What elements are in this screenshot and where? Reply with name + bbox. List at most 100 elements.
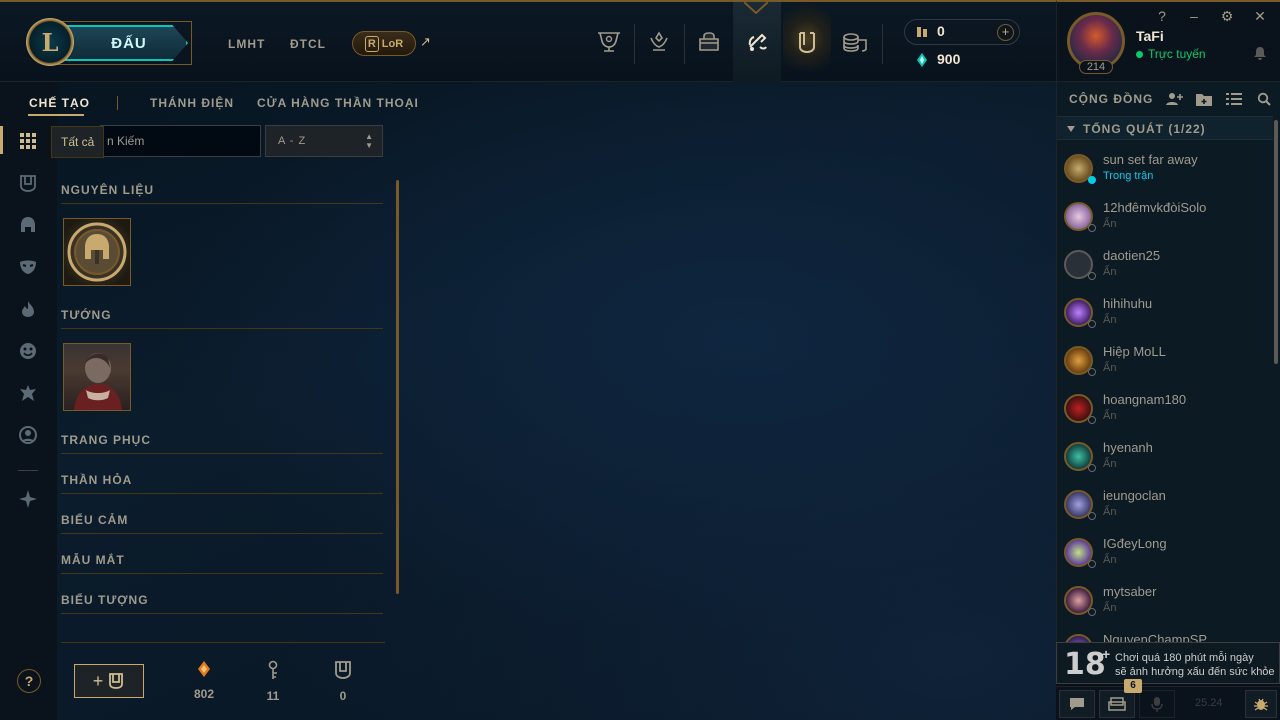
buy-rp-button[interactable]: + xyxy=(997,24,1014,41)
friend-item[interactable]: IGđeyLong Ẩn xyxy=(1057,532,1273,580)
category-emotes[interactable]: BIỂU CẢM xyxy=(61,513,383,534)
status-text[interactable]: Trực tuyến xyxy=(1148,47,1206,61)
friend-status-text: Ẩn xyxy=(1103,266,1117,278)
friend-name: 12hđêmvkđòiSolo xyxy=(1103,200,1207,215)
lor-label: LoR xyxy=(381,37,404,50)
friend-item[interactable]: hihihuhu Ẩn xyxy=(1057,292,1273,340)
filter-tooltip: Tất cả xyxy=(51,126,105,158)
tft-icon[interactable] xyxy=(16,487,40,511)
eternal-flame-icon[interactable] xyxy=(16,297,40,321)
notification-badge: 6 xyxy=(1124,679,1142,693)
trophy-icon[interactable] xyxy=(585,2,633,82)
friend-item[interactable]: 12hđêmvkđòiSolo Ẩn xyxy=(1057,196,1273,244)
friend-status-text: Trong trận xyxy=(1103,170,1154,182)
friend-group-header[interactable]: TỔNG QUÁT (1/22) xyxy=(1057,116,1273,140)
play-button[interactable]: ĐẤU xyxy=(58,25,188,61)
rp-value: 0 xyxy=(937,23,945,39)
missions-icon[interactable] xyxy=(1099,690,1135,718)
online-status-dot xyxy=(1136,51,1143,58)
category-ward-skins[interactable]: MẪU MẮT xyxy=(61,553,383,574)
grid-all-icon[interactable] xyxy=(16,129,40,153)
key-fragment-icon xyxy=(268,660,278,679)
chat-icon[interactable] xyxy=(1059,690,1095,718)
list-view-icon[interactable] xyxy=(1225,90,1243,108)
champion-shard-item[interactable] xyxy=(63,343,131,411)
username[interactable]: TaFi xyxy=(1136,28,1164,44)
nav-link-lmht[interactable]: LMHT xyxy=(228,37,265,51)
close-icon[interactable]: ✕ xyxy=(1251,8,1269,25)
friend-name: sun set far away xyxy=(1103,152,1198,167)
chest-icon xyxy=(109,673,124,689)
sort-value: A - Z xyxy=(278,135,307,147)
category-champions[interactable]: TƯỚNG xyxy=(61,308,383,329)
chest-icon xyxy=(335,661,351,679)
friend-item[interactable]: hoangnam180 Ẩn xyxy=(1057,388,1273,436)
emote-smiley-icon[interactable] xyxy=(16,339,40,363)
craft-key-button[interactable]: + xyxy=(74,664,144,698)
top-navigation-bar: L ĐẤU LMHT ĐTCL R LoR ↗ 0 + 900 xyxy=(0,0,1056,82)
category-materials[interactable]: NGUYÊN LIỆU xyxy=(61,183,383,204)
loot-icon[interactable] xyxy=(733,2,781,82)
search-icon[interactable] xyxy=(1255,90,1273,108)
category-eternals[interactable]: THẦN HỎA xyxy=(61,473,383,494)
skin-mask-icon[interactable] xyxy=(16,255,40,279)
notification-bell-icon[interactable] xyxy=(1253,46,1267,60)
add-friend-icon[interactable] xyxy=(1165,90,1183,108)
friend-item[interactable]: mytsaber Ẩn xyxy=(1057,580,1273,628)
friend-item[interactable]: daotien25 Ẩn xyxy=(1057,244,1273,292)
store-icon[interactable] xyxy=(685,2,733,82)
friend-name: hoangnam180 xyxy=(1103,392,1187,407)
rp-icon xyxy=(917,27,927,37)
friend-item[interactable]: Hiệp MoLL Ẩn xyxy=(1057,340,1273,388)
subnav-separator xyxy=(117,96,118,110)
friend-name: NguyenChampSP xyxy=(1103,632,1208,642)
sort-dropdown[interactable]: A - Z ▲ ▼ xyxy=(265,125,383,157)
champion-helmet-icon[interactable] xyxy=(16,213,40,237)
main-background xyxy=(0,82,1056,720)
material-item[interactable] xyxy=(63,218,131,286)
help-window-button[interactable]: ? xyxy=(1153,8,1171,24)
friends-scrollbar[interactable] xyxy=(1274,120,1278,364)
help-button[interactable]: ? xyxy=(17,669,41,693)
chest-value: 0 xyxy=(339,689,347,703)
collection-icon[interactable] xyxy=(783,2,831,82)
category-icons[interactable]: BIỂU TƯỢNG xyxy=(61,593,383,614)
age-warning-notice: 18 + Chơi quá 180 phút mỗi ngày sẽ ảnh h… xyxy=(1056,642,1280,684)
tab-crafting[interactable]: CHẾ TẠO xyxy=(29,96,90,110)
active-tab-underline xyxy=(28,114,84,116)
blue-essence-icon xyxy=(917,53,927,67)
play-button-label: ĐẤU xyxy=(111,34,147,52)
settings-gear-icon[interactable]: ⚙ xyxy=(1218,8,1236,25)
materials-icon[interactable] xyxy=(16,171,40,195)
profile-area: 214 TaFi Trực tuyến ? – ⚙ ✕ xyxy=(1056,0,1280,82)
social-bottom-bar: 6 25.24 xyxy=(1056,679,1280,720)
ward-skin-icon[interactable] xyxy=(16,381,40,405)
friend-name: IGđeyLong xyxy=(1103,536,1167,551)
friend-status-dot xyxy=(1088,368,1096,376)
ranked-icon[interactable] xyxy=(635,2,683,82)
friend-item[interactable]: sun set far away Trong trận xyxy=(1057,148,1273,196)
nav-separator xyxy=(882,24,883,64)
microphone-icon[interactable] xyxy=(1139,690,1175,718)
tab-sanctum[interactable]: THÁNH ĐIỆN xyxy=(150,96,234,110)
key-fragment-value: 11 xyxy=(266,689,280,703)
bug-report-icon[interactable] xyxy=(1245,690,1277,718)
search-input[interactable]: n Kiếm xyxy=(100,125,261,157)
friend-item[interactable]: NguyenChampSP xyxy=(1057,628,1273,642)
category-scrollbar[interactable] xyxy=(396,180,399,594)
tab-mythic-shop[interactable]: CỬA HÀNG THẦN THOẠI xyxy=(257,96,419,110)
friend-status-text: Ẩn xyxy=(1103,602,1117,614)
blue-essence-value: 900 xyxy=(937,51,961,67)
friend-item[interactable]: ieungoclan Ẩn xyxy=(1057,484,1273,532)
coins-icon[interactable] xyxy=(831,2,879,82)
profile-icon-filter-icon[interactable] xyxy=(16,423,40,447)
nav-link-dtcl[interactable]: ĐTCL xyxy=(290,37,326,51)
minimize-button[interactable]: – xyxy=(1185,8,1203,24)
league-logo-icon[interactable]: L xyxy=(26,18,74,66)
rail-divider xyxy=(18,470,38,471)
friend-avatar xyxy=(1064,634,1093,642)
lor-button[interactable]: R LoR xyxy=(352,31,416,56)
add-folder-icon[interactable] xyxy=(1195,90,1213,108)
category-skins[interactable]: TRANG PHỤC xyxy=(61,433,383,454)
friend-item[interactable]: hyenanh Ẩn xyxy=(1057,436,1273,484)
